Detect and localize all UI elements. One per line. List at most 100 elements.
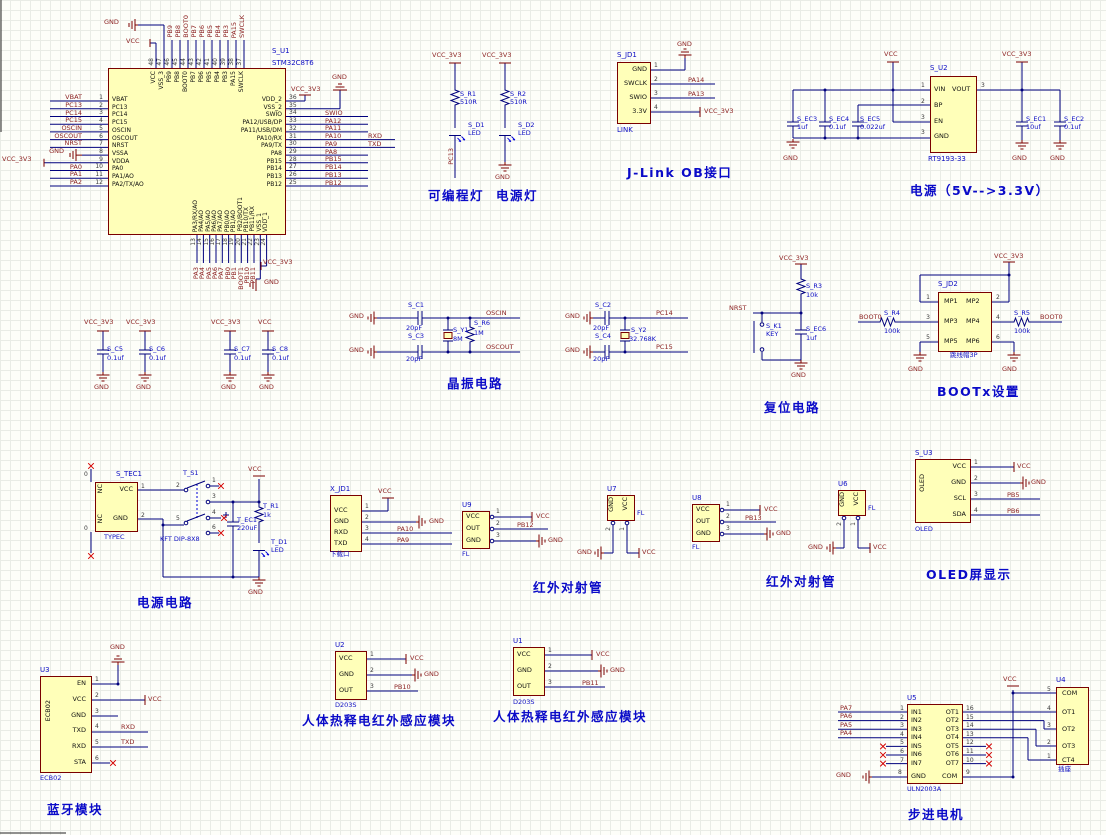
component-value: 1uf xyxy=(806,334,817,342)
section-title: 可编程灯 xyxy=(428,188,485,203)
resistor-symbol xyxy=(450,87,460,108)
pin-number: 4 xyxy=(1047,705,1051,712)
pin-number: 5 xyxy=(1047,686,1051,693)
designator: X_JD1 xyxy=(330,485,351,493)
power-net-label: VCC xyxy=(596,650,610,658)
power-net-label: VCC_3V3 xyxy=(126,318,156,326)
part-name: LINK xyxy=(617,126,633,134)
pir1-pin-numbers: 123 xyxy=(370,651,374,690)
gnd-symbol xyxy=(415,515,426,529)
component-ref: S_EC5 xyxy=(860,115,881,123)
no-connect-x xyxy=(109,759,117,767)
gnd-symbol xyxy=(498,161,512,172)
power-net-label: GND xyxy=(908,365,923,373)
ir1-pin-names: VCC OUT GND xyxy=(466,512,481,544)
key-contact xyxy=(759,347,765,352)
component-value: 0.1uf xyxy=(1064,123,1081,131)
component-ref: T_D1 xyxy=(271,538,288,546)
junction-dot xyxy=(1011,691,1015,695)
power-net-label: GND xyxy=(259,383,274,391)
section-title: 红外对射管 xyxy=(766,574,837,589)
pir2-pin-numbers: 123 xyxy=(548,647,552,686)
component-ref: T_S1 xyxy=(183,469,199,477)
gnd-symbol xyxy=(535,534,546,548)
net-label: PB12 xyxy=(517,521,534,529)
section-title: 晶振电路 xyxy=(447,376,504,391)
pin-name: OT3 xyxy=(1062,742,1076,750)
designator: U5 xyxy=(907,694,917,702)
pir2-pin-names: VCC GND OUT xyxy=(517,650,532,690)
component-value: 20pF xyxy=(406,355,423,363)
power-net-label: GND xyxy=(836,771,851,779)
power-net-label: GND xyxy=(264,278,279,286)
component-ref: S_C6 xyxy=(149,345,166,353)
pin-number: 2 xyxy=(1047,739,1051,746)
capacitor-symbol xyxy=(604,310,610,326)
pin-contact xyxy=(489,526,495,532)
power-net-label: GND xyxy=(1012,154,1027,162)
component-value: 0.1uf xyxy=(107,354,124,362)
pin-number: 3 xyxy=(1047,722,1051,729)
net-label: OSCOUT xyxy=(486,343,514,351)
designator: U4 xyxy=(1056,676,1066,684)
junction-dot xyxy=(799,311,803,315)
section-title: 步进电机 xyxy=(908,807,965,822)
net-label: PA14 xyxy=(688,76,705,84)
power-net-label: VCC_3V3 xyxy=(2,154,32,163)
power-net-label: GND xyxy=(424,670,439,678)
net-label: BOOT0 xyxy=(1040,313,1063,321)
net-label: TXD xyxy=(121,738,135,746)
junction-dot xyxy=(468,350,472,354)
power-net-label: GND xyxy=(248,588,263,596)
part-side-label: OLED xyxy=(918,474,926,492)
capacitor-symbol xyxy=(417,310,423,326)
gnd-symbol xyxy=(1019,476,1030,490)
switch-contact xyxy=(205,499,211,505)
designator: S_TEC1 xyxy=(116,470,142,478)
mcu-bottom-net-labels: PA3 PA4 PA5 PA6 PA7 PB0 PB1 BOOT1 PB10 PB11 xyxy=(192,267,258,290)
no-connect-x xyxy=(985,743,993,750)
pin-contact xyxy=(855,515,861,521)
bt-pin-names: EN VCC GND TXD RXD STA xyxy=(71,679,86,766)
power-net-label: GND xyxy=(1002,365,1017,373)
section-title: 复位电路 xyxy=(764,400,821,415)
component-ref: S_Y2 xyxy=(631,326,647,334)
power-net-label: GND xyxy=(349,346,364,354)
gnd-symbol xyxy=(763,527,774,541)
section-title: 电源（5V-->3.3V） xyxy=(910,183,1050,198)
pin-number: 2 xyxy=(605,527,612,531)
pin-name: COM xyxy=(1062,689,1078,697)
power-net-label: VCC_3V3 xyxy=(1002,50,1032,58)
power-net-label: GND xyxy=(136,383,151,391)
switch-contact xyxy=(205,483,211,489)
power-net-label: GND xyxy=(791,371,806,379)
net-label: PB11 xyxy=(582,679,599,687)
net-label: PB6 xyxy=(1007,507,1020,515)
net-label: PA0 xyxy=(69,162,82,171)
component-value: 0.1uf xyxy=(234,354,251,362)
power-net-label: VCC_3V3 xyxy=(263,258,293,266)
component-value: LED xyxy=(518,129,531,137)
pin-number: 5 xyxy=(176,515,180,522)
part-name: RT9193-33 xyxy=(928,155,966,163)
boot-names-left: MP1 MP3 MP5 xyxy=(944,297,958,345)
component-ref: T_EC1 xyxy=(237,516,258,524)
component-value: 510R xyxy=(460,98,477,106)
component-value: 0.1uf xyxy=(272,354,289,362)
junction-dot xyxy=(257,500,261,504)
mcu-bottom-pin-names: PA3/RX/AO PA4/AO PA5/AO PA6/AO PA7/AO PB0/AO P… xyxy=(192,197,269,232)
power-net-label: GND xyxy=(49,147,64,156)
net-label: OSCIN xyxy=(61,123,82,132)
pin-number: 2 xyxy=(176,482,180,489)
component-value: 20pF xyxy=(593,355,610,363)
cap-plus-mark xyxy=(223,512,229,518)
component-ref: S_C2 xyxy=(595,301,612,309)
wires-oled xyxy=(971,466,1040,516)
part-side-label: ECB02 xyxy=(44,700,52,722)
junction-dot xyxy=(1020,88,1024,92)
resistor-symbol xyxy=(500,87,510,108)
designator: U3 xyxy=(40,666,50,674)
schematic-sheet: { "power": {"gnd": "GND", "vcc": "VCC", … xyxy=(0,0,1106,835)
gnd-symbol xyxy=(826,541,837,555)
junction-dot xyxy=(468,316,472,320)
